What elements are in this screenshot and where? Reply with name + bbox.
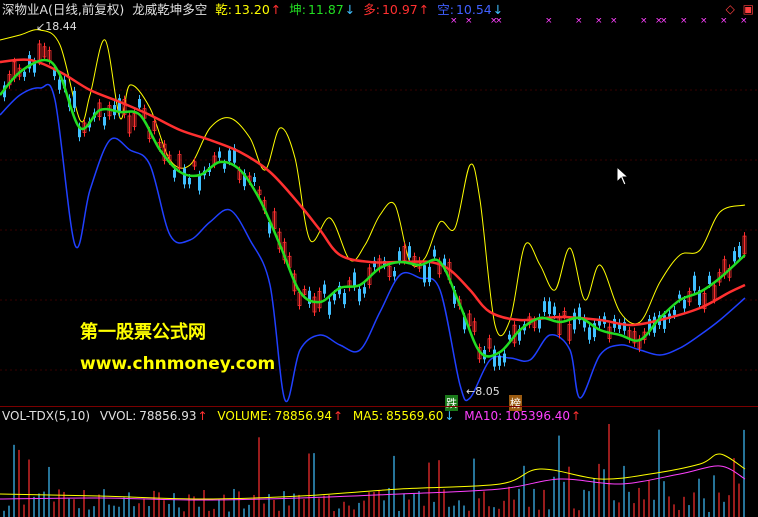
candle-body: [218, 151, 221, 158]
signal-marker: ×: [495, 18, 503, 26]
duo-line: [0, 58, 746, 327]
duo-label: 多: 10.97↑: [363, 2, 430, 17]
ma5-line: [0, 453, 746, 500]
main-price-chart[interactable]: × × ×× × × × × × ×× × × × ×: [0, 18, 758, 406]
kun-line: [0, 58, 746, 358]
candle-body: [333, 293, 336, 301]
candle-body: [573, 312, 576, 330]
stock-title: 深物业A(日线,前复权): [2, 2, 125, 17]
volume-bars: [3, 424, 745, 517]
signal-marker: ×: [740, 18, 748, 26]
candle-body: [393, 270, 396, 277]
candle-body: [663, 315, 666, 329]
candle-body: [328, 301, 331, 315]
signal-marker: ×: [720, 18, 728, 26]
candle-body: [198, 174, 201, 191]
ma10-readout: MA10: 105396.40↑: [464, 409, 582, 423]
chart-header: 深物业A(日线,前复权) 龙威乾坤多空 乾: 13.20↑ 坤: 11.87↓ 多:…: [2, 1, 507, 19]
qian-line: [0, 29, 746, 337]
candle-body: [138, 99, 141, 108]
volume-readout: VOLUME: 78856.94↑: [217, 409, 344, 423]
candle-body: [23, 71, 26, 77]
candle-body: [678, 294, 681, 299]
volume-header: VOL-TDX(5,10) VVOL: 78856.93↑ VOLUME: 7885…: [2, 408, 587, 424]
signal-marker: ×: [660, 18, 668, 26]
signal-marker: ×: [575, 18, 583, 26]
kong-label: 空: 10.54↓: [437, 2, 504, 17]
kun-label: 坤: 11.87↓: [289, 2, 356, 17]
qian-label: 乾: 13.20↑: [215, 2, 282, 17]
signal-marker: ×: [640, 18, 648, 26]
candle-body: [343, 292, 346, 305]
candle-body: [253, 177, 256, 182]
candle-body: [498, 355, 501, 366]
candle-body: [228, 150, 231, 162]
mouse-cursor-icon: [616, 166, 630, 186]
candle-body: [588, 327, 591, 340]
candle-body: [423, 265, 426, 283]
diamond-icon[interactable]: ◇: [726, 2, 735, 16]
candle-body: [103, 116, 106, 126]
signal-marker: ×: [700, 18, 708, 26]
indicator-name: 龙威乾坤多空: [132, 2, 208, 17]
candle-body: [188, 177, 191, 185]
candle-body: [323, 284, 326, 294]
candle-body: [183, 168, 186, 185]
signal-marker: ×: [545, 18, 553, 26]
high-value: 18.44: [45, 20, 77, 33]
candle-body: [683, 299, 686, 309]
signal-marker: ×: [450, 18, 458, 26]
signal-marker: ×: [680, 18, 688, 26]
signal-marker: ×: [465, 18, 473, 26]
candle-body: [58, 79, 61, 90]
signal-marker: ×: [595, 18, 603, 26]
candle-body: [503, 353, 506, 363]
signal-marker: ×: [610, 18, 618, 26]
window-icon[interactable]: ▣: [743, 2, 754, 16]
candle-body: [543, 301, 546, 313]
candle-body: [428, 266, 431, 283]
candle-body: [398, 251, 401, 261]
candle-body: [363, 287, 366, 294]
candle-body: [738, 245, 741, 258]
vol-indicator-name: VOL-TDX(5,10): [2, 409, 91, 423]
low-annotation: ←8.05: [466, 385, 500, 398]
volume-chart[interactable]: [0, 424, 758, 517]
candle-body: [73, 90, 76, 108]
candle-body: [733, 251, 736, 262]
candle-body: [493, 349, 496, 367]
high-annotation: ↙18.44: [36, 20, 77, 33]
vvol-readout: VVOL: 78856.93↑: [99, 409, 208, 423]
candle-body: [708, 275, 711, 285]
ma5-readout: MA5: 85569.60↓: [352, 409, 455, 423]
candle-body: [553, 306, 556, 315]
candle-body: [508, 334, 511, 340]
candle-body: [433, 249, 436, 257]
candle-body: [223, 163, 226, 169]
watermark-title: 第一股票公式网: [80, 322, 206, 343]
candle-body: [693, 275, 696, 291]
candle-body: [173, 169, 176, 178]
candle-body: [353, 272, 356, 287]
candle-body: [408, 246, 411, 258]
panel-divider: [0, 406, 758, 407]
top-right-tools: ◇ ▣: [722, 2, 754, 16]
candle-body: [673, 310, 676, 315]
candle-body: [548, 301, 551, 315]
low-value: 8.05: [475, 385, 500, 398]
watermark-url: www.chnmoney.com: [80, 354, 276, 374]
signal-markers: × × ×× × × × × × ×× × × × ×: [450, 18, 748, 26]
candle-body: [358, 288, 361, 302]
ma10-line: [0, 465, 746, 501]
